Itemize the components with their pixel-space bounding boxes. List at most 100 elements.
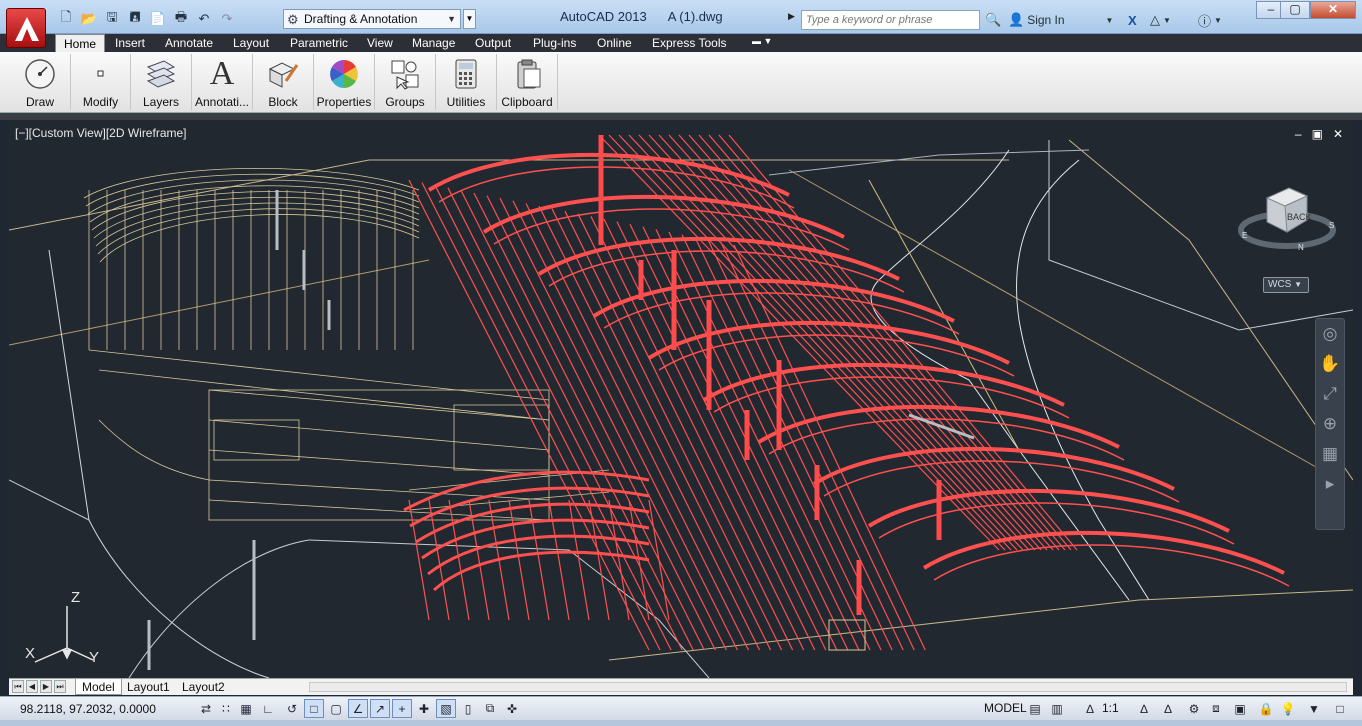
exchange-icon[interactable]: X [1128,10,1137,30]
viewport-restore-icon[interactable]: ▣ [1312,127,1323,141]
panel-draw[interactable]: Draw [10,54,71,110]
object-snap-tracking-icon[interactable]: ∠ [348,699,368,718]
annotation-monitor-icon[interactable]: ✜ [502,699,522,718]
search-expand-icon[interactable]: ▶ [788,11,798,27]
auto-scale-icon[interactable]: ∆ [1158,699,1178,718]
isolate-objects-icon[interactable]: 💡 [1278,699,1298,718]
lineweight-icon[interactable]: ✚ [414,699,434,718]
ribbon-minimize-icon[interactable]: ▬ ▼ [752,36,778,50]
viewcube[interactable]: BACK E N S [1235,180,1339,260]
sign-in-button[interactable]: 👤 Sign In ▼ [1008,10,1113,30]
compass-north-label[interactable]: N [1298,243,1304,252]
panel-properties[interactable]: Properties [314,54,375,110]
lock-icon[interactable]: 🔒 [1256,699,1276,718]
quick-properties-icon[interactable]: ▯ [458,699,478,718]
tab-layout1[interactable]: Layout1 [121,679,176,695]
ucs-icon[interactable]: Z X Y [23,588,113,678]
polar-tracking-icon[interactable]: ↺ [282,699,302,718]
tab-model[interactable]: Model [75,679,122,695]
publish-icon[interactable]: 📄 [148,9,168,29]
orbit-icon[interactable]: ⊕ [1316,409,1344,439]
3d-object-snap-icon[interactable]: ▢ [326,699,346,718]
viewport-controls-label[interactable]: [−][Custom View][2D Wireframe] [15,126,187,140]
zoom-extents-icon[interactable]: ⤢ [1316,379,1344,409]
horizontal-scrollbar[interactable] [309,682,1347,692]
model-space-toggle[interactable]: MODEL [984,701,1027,715]
application-menu-button[interactable] [6,8,46,48]
save-as-icon[interactable]: 🖪 [125,9,145,29]
panel-annotation[interactable]: A Annotati... [192,54,253,110]
tab-insert[interactable]: Insert [107,34,153,52]
hardware-acceleration-icon[interactable]: ▣ [1230,699,1250,718]
save-icon[interactable]: 🖫 [102,9,122,29]
tab-online[interactable]: Online [589,34,640,52]
binoculars-icon[interactable]: 🔍 [985,10,1001,30]
ribbon: Draw Modify Layers A Annotati... Block P… [0,52,1362,113]
object-snap-icon[interactable]: □ [304,699,324,718]
qat-customize-button[interactable]: ▼ [463,9,476,29]
wcs-menu[interactable]: WCS ▼ [1263,277,1309,293]
panel-layers[interactable]: Layers [131,54,192,110]
viewport-minimize-icon[interactable]: – [1295,127,1302,141]
annotation-scale-icon[interactable]: ∆ [1080,699,1100,718]
drawing-viewport[interactable]: [−][Custom View][2D Wireframe] – ▣ ✕ BAC… [9,120,1353,678]
plot-icon[interactable]: 🖶 [171,9,191,29]
annotation-visibility-icon[interactable]: ∆ [1134,699,1154,718]
tab-layout2[interactable]: Layout2 [176,679,231,695]
showmotion-icon[interactable]: ▦ [1316,439,1344,469]
help-icon[interactable]: ⓘ ▼ [1198,10,1222,30]
annotation-scale-value[interactable]: 1:1 [1102,701,1119,715]
panel-clipboard[interactable]: Clipboard [497,54,558,110]
open-icon[interactable]: 📂 [79,9,99,29]
pan-hand-icon[interactable]: ✋ [1316,349,1344,379]
coordinate-display[interactable]: 98.2118, 97.2032, 0.0000 [20,702,156,716]
selection-cycling-icon[interactable]: ⧉ [480,699,500,718]
lock-ui-icon[interactable]: ⧈ [1206,699,1226,718]
tab-home[interactable]: Home [55,34,106,52]
viewcube-face-label[interactable]: BACK [1287,212,1312,222]
last-layout-icon[interactable]: ⏭ [54,680,66,693]
transparency-icon[interactable]: ▧ [436,699,456,718]
tab-manage[interactable]: Manage [404,34,463,52]
panel-modify[interactable]: Modify [71,54,131,110]
ortho-mode-icon[interactable]: ∟ [258,699,278,718]
tab-express-tools[interactable]: Express Tools [644,34,734,52]
new-icon[interactable]: 🗋 [56,9,76,29]
ucs-x-label: X [25,645,35,662]
quick-view-drawings-icon[interactable]: ▥ [1047,699,1067,718]
clean-screen-icon[interactable]: □ [1330,699,1350,718]
panel-block[interactable]: Block [253,54,314,110]
workspace-switching-icon[interactable]: ⚙ [1184,699,1204,718]
panel-groups[interactable]: Groups [375,54,436,110]
tab-parametric[interactable]: Parametric [282,34,356,52]
panel-utilities[interactable]: Utilities [436,54,497,110]
search-input[interactable]: Type a keyword or phrase [801,10,980,30]
snap-mode-icon[interactable]: ∷ [216,699,236,718]
next-layout-icon[interactable]: ▶ [40,680,52,693]
workspace-dropdown[interactable]: ⚙ Drafting & Annotation ▼ [283,9,461,29]
close-button[interactable]: ✕ [1310,1,1356,19]
redo-icon[interactable]: ↷ [217,9,237,29]
first-layout-icon[interactable]: ⏮ [12,680,24,693]
wireframe-drawing[interactable] [9,120,1353,678]
steering-wheel-icon[interactable]: ◎ [1316,319,1344,349]
restore-button[interactable]: ▢ [1280,1,1310,19]
status-bar-menu-icon[interactable]: ▼ [1304,699,1324,718]
previous-layout-icon[interactable]: ◀ [26,680,38,693]
tab-layout[interactable]: Layout [225,34,277,52]
undo-icon[interactable]: ↶ [194,9,214,29]
infer-constraints-icon[interactable]: ⇄ [196,699,216,718]
tab-annotate[interactable]: Annotate [157,34,221,52]
compass-south-label[interactable]: S [1329,221,1334,230]
viewport-close-icon[interactable]: ✕ [1333,127,1343,141]
navbar-menu-icon[interactable]: ▸ [1316,469,1344,499]
tab-plug-ins[interactable]: Plug-ins [525,34,584,52]
dynamic-ucs-icon[interactable]: ↗ [370,699,390,718]
grid-display-icon[interactable]: ▦ [236,699,256,718]
tab-view[interactable]: View [359,34,401,52]
tab-output[interactable]: Output [467,34,519,52]
autodesk-360-icon[interactable]: △ ▼ [1150,10,1171,30]
dynamic-input-icon[interactable]: + [392,699,412,718]
compass-east-label[interactable]: E [1242,231,1247,240]
quick-view-layouts-icon[interactable]: ▤ [1025,699,1045,718]
